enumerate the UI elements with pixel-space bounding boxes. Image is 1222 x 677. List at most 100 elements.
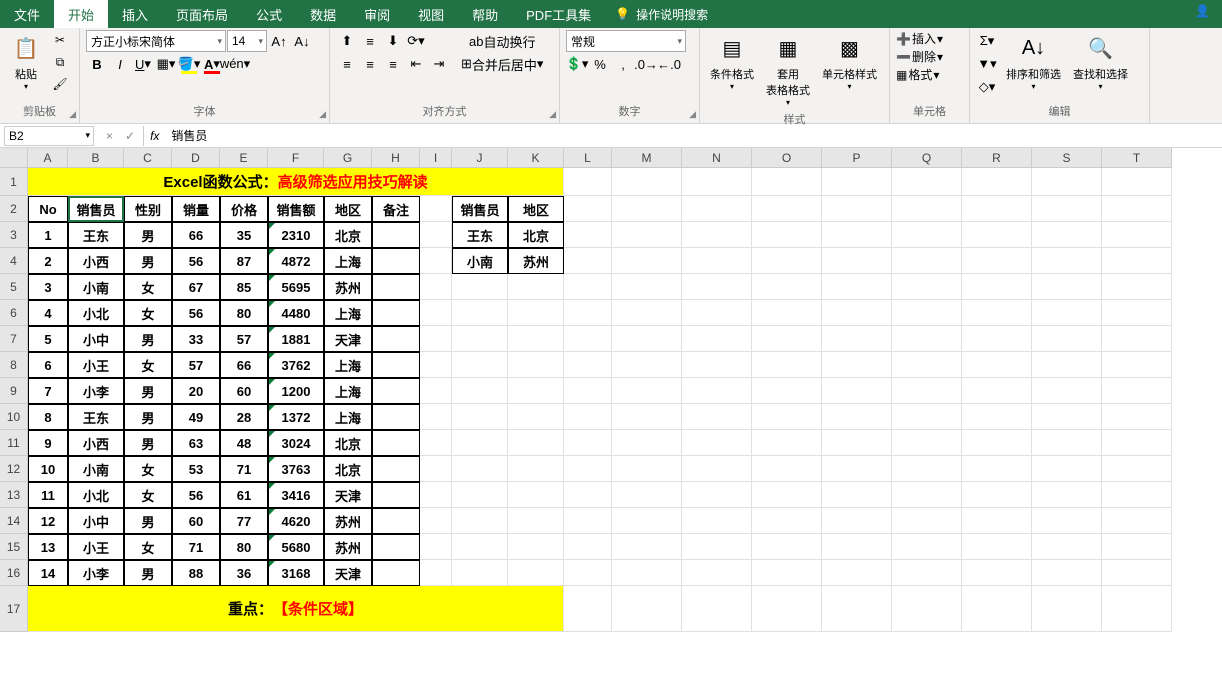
cell[interactable] xyxy=(822,378,892,404)
align-middle-button[interactable]: ≡ xyxy=(359,30,381,52)
cell[interactable]: 小北 xyxy=(68,300,124,326)
col-header-J[interactable]: J xyxy=(452,148,508,168)
cell[interactable] xyxy=(682,352,752,378)
cell[interactable] xyxy=(892,430,962,456)
cell[interactable]: 男 xyxy=(124,326,172,352)
cell[interactable]: No xyxy=(28,196,68,222)
cell[interactable] xyxy=(682,222,752,248)
cell[interactable] xyxy=(612,168,682,196)
cell[interactable] xyxy=(962,222,1032,248)
tab-file[interactable]: 文件 xyxy=(0,0,54,28)
cell[interactable]: 北京 xyxy=(324,430,372,456)
cell[interactable]: 销售员 xyxy=(452,196,508,222)
cell[interactable] xyxy=(1102,456,1172,482)
cell[interactable] xyxy=(612,456,682,482)
cell[interactable] xyxy=(682,378,752,404)
cell[interactable] xyxy=(822,508,892,534)
cell[interactable]: 小中 xyxy=(68,326,124,352)
cell[interactable]: 北京 xyxy=(324,222,372,248)
cell[interactable]: 9 xyxy=(28,430,68,456)
cell[interactable] xyxy=(564,274,612,300)
cell[interactable]: 北京 xyxy=(508,222,564,248)
tab-layout[interactable]: 页面布局 xyxy=(162,0,242,28)
cell[interactable] xyxy=(682,300,752,326)
cell[interactable] xyxy=(452,378,508,404)
cell[interactable] xyxy=(564,248,612,274)
cell[interactable] xyxy=(508,560,564,586)
cell[interactable] xyxy=(962,456,1032,482)
cell[interactable] xyxy=(372,456,420,482)
cell[interactable] xyxy=(420,456,452,482)
cell[interactable]: 1 xyxy=(28,222,68,248)
cell[interactable] xyxy=(1032,168,1102,196)
cell[interactable] xyxy=(1032,430,1102,456)
cell[interactable]: 66 xyxy=(220,352,268,378)
row-header[interactable]: 13 xyxy=(0,482,28,508)
cell[interactable]: 14 xyxy=(28,560,68,586)
cell-styles-button[interactable]: ▩ 单元格样式▾ xyxy=(818,30,881,93)
cell[interactable]: 备注 xyxy=(372,196,420,222)
cell[interactable] xyxy=(682,196,752,222)
cell[interactable] xyxy=(612,196,682,222)
cell[interactable] xyxy=(1102,586,1172,632)
col-header-Q[interactable]: Q xyxy=(892,148,962,168)
row-header[interactable]: 9 xyxy=(0,378,28,404)
share-icon[interactable]: 👤 xyxy=(1195,4,1210,18)
tab-pdf[interactable]: PDF工具集 xyxy=(512,0,605,28)
cell[interactable]: 48 xyxy=(220,430,268,456)
cell[interactable] xyxy=(612,300,682,326)
cell[interactable]: 67 xyxy=(172,274,220,300)
cell[interactable]: 小南 xyxy=(68,274,124,300)
cell[interactable] xyxy=(612,222,682,248)
cell[interactable] xyxy=(1102,378,1172,404)
accept-formula-icon[interactable]: ✓ xyxy=(121,129,139,143)
cell[interactable] xyxy=(372,378,420,404)
cell[interactable] xyxy=(508,430,564,456)
cell[interactable] xyxy=(420,482,452,508)
cell[interactable] xyxy=(962,586,1032,632)
cell[interactable]: 33 xyxy=(172,326,220,352)
cell[interactable] xyxy=(892,222,962,248)
cell[interactable] xyxy=(962,352,1032,378)
decrease-font-button[interactable]: A↓ xyxy=(291,30,313,52)
cell[interactable] xyxy=(822,196,892,222)
cell[interactable] xyxy=(892,378,962,404)
cell[interactable] xyxy=(892,534,962,560)
cell[interactable] xyxy=(508,300,564,326)
cell[interactable] xyxy=(564,222,612,248)
cell[interactable]: 10 xyxy=(28,456,68,482)
percent-button[interactable]: % xyxy=(589,53,611,75)
cell[interactable] xyxy=(682,274,752,300)
cell[interactable]: 53 xyxy=(172,456,220,482)
formula-input[interactable]: 销售员 xyxy=(165,126,1222,146)
cell[interactable] xyxy=(508,508,564,534)
cell[interactable] xyxy=(564,508,612,534)
cell[interactable] xyxy=(682,482,752,508)
cell[interactable]: 1881 xyxy=(268,326,324,352)
conditional-format-button[interactable]: ▤ 条件格式▾ xyxy=(706,30,758,93)
cell[interactable]: 13 xyxy=(28,534,68,560)
cell[interactable] xyxy=(420,560,452,586)
cell[interactable] xyxy=(1032,248,1102,274)
cell[interactable]: 上海 xyxy=(324,300,372,326)
cell[interactable] xyxy=(752,404,822,430)
cell[interactable] xyxy=(752,430,822,456)
cell[interactable]: 1200 xyxy=(268,378,324,404)
cell[interactable] xyxy=(420,274,452,300)
find-select-button[interactable]: 🔍 查找和选择▾ xyxy=(1069,30,1132,93)
dec-decimal-button[interactable]: ←.0 xyxy=(658,53,680,75)
cell[interactable]: 小南 xyxy=(68,456,124,482)
cell[interactable]: 男 xyxy=(124,222,172,248)
cell[interactable]: 4872 xyxy=(268,248,324,274)
cell[interactable] xyxy=(1032,482,1102,508)
cell[interactable] xyxy=(1032,300,1102,326)
cell[interactable] xyxy=(612,352,682,378)
cell[interactable]: 销售员 xyxy=(68,196,124,222)
cell[interactable] xyxy=(892,482,962,508)
format-table-button[interactable]: ▦ 套用 表格格式▾ xyxy=(762,30,814,109)
cell[interactable]: 49 xyxy=(172,404,220,430)
cell[interactable] xyxy=(508,456,564,482)
cell[interactable] xyxy=(372,352,420,378)
cell[interactable] xyxy=(612,560,682,586)
cell[interactable]: 8 xyxy=(28,404,68,430)
